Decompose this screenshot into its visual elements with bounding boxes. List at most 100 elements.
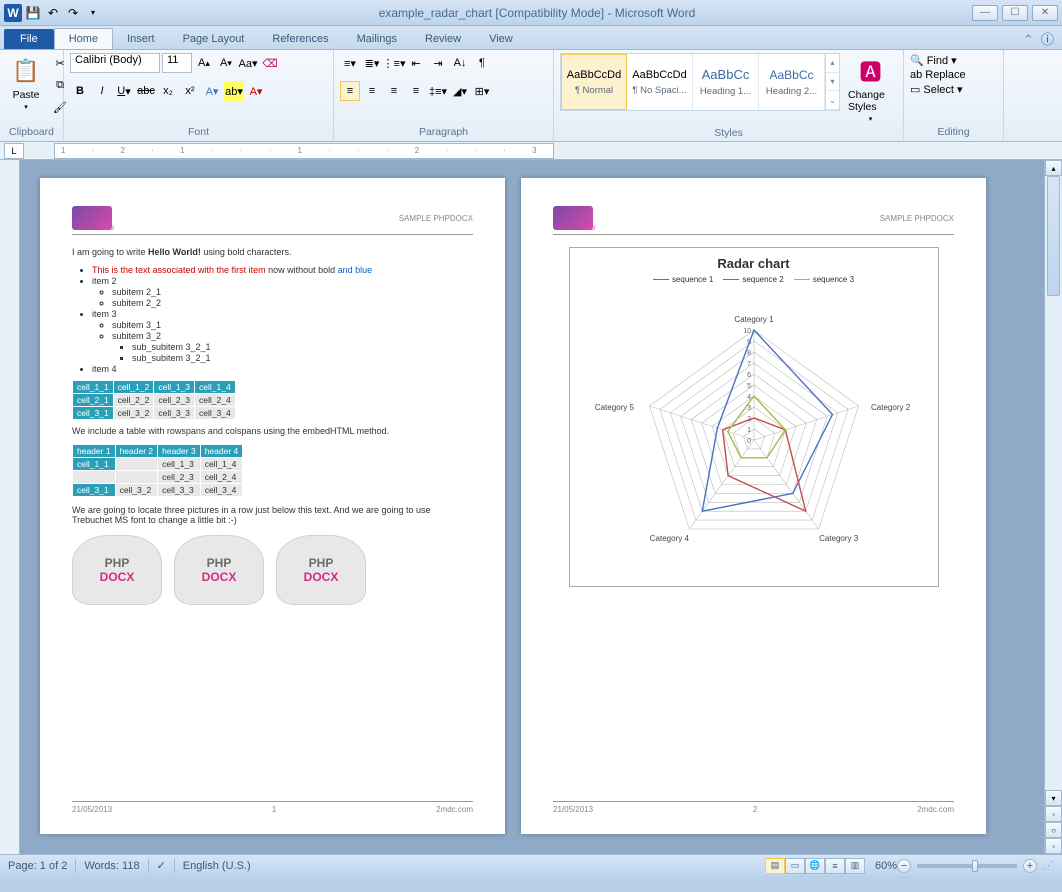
minimize-ribbon-icon[interactable]: ⌃	[1023, 32, 1034, 47]
vertical-ruler[interactable]	[0, 160, 20, 854]
multilevel-button[interactable]: ⋮≡▾	[384, 53, 404, 73]
minimize-button[interactable]: —	[972, 5, 998, 21]
superscript-button[interactable]: x²	[180, 81, 200, 101]
style-normal[interactable]: AaBbCcDd ¶ Normal	[561, 54, 627, 110]
help-icon[interactable]: ⓘ	[1041, 32, 1054, 47]
chevron-down-icon: ▾	[24, 103, 28, 111]
align-left-button[interactable]: ≡	[340, 81, 360, 101]
select-button[interactable]: ▭Select ▾	[910, 82, 963, 97]
scroll-thumb[interactable]	[1047, 176, 1060, 296]
scroll-down-button[interactable]: ▾	[1045, 790, 1062, 806]
zoom-thumb[interactable]	[972, 860, 978, 872]
print-layout-view[interactable]: ▤	[765, 858, 785, 874]
resize-grip-icon[interactable]: ⋰	[1043, 859, 1054, 872]
highlight-button[interactable]: ab▾	[224, 81, 244, 101]
status-language[interactable]: English (U.S.)	[183, 860, 251, 872]
status-words[interactable]: Words: 118	[84, 860, 139, 872]
numbering-button[interactable]: ≣▾	[362, 53, 382, 73]
align-right-button[interactable]: ≡	[384, 81, 404, 101]
qat-dropdown-icon[interactable]: ▾	[84, 4, 102, 22]
tab-file[interactable]: File	[4, 29, 54, 49]
tab-references[interactable]: References	[258, 29, 342, 49]
sort-button[interactable]: A↓	[450, 53, 470, 73]
proofing-icon[interactable]: ✓	[157, 859, 166, 872]
find-button[interactable]: 🔍Find ▾	[910, 53, 957, 68]
outline-view[interactable]: ≡	[825, 858, 845, 874]
style-heading1[interactable]: AaBbCc Heading 1...	[693, 54, 759, 110]
tab-mailings[interactable]: Mailings	[343, 29, 411, 49]
decrease-indent-button[interactable]: ⇤	[406, 53, 426, 73]
maximize-button[interactable]: ☐	[1002, 5, 1028, 21]
change-styles-button[interactable]: 🅰 Change Styles ▾	[844, 53, 897, 125]
tab-review[interactable]: Review	[411, 29, 475, 49]
close-button[interactable]: ✕	[1032, 5, 1058, 21]
zoom-slider[interactable]	[917, 864, 1017, 868]
font-color-button[interactable]: A▾	[246, 81, 266, 101]
horizontal-ruler[interactable]: 1 · 2 · 1 · · · 1 · · · 2 · · · 3 · · · …	[54, 143, 554, 159]
clear-format-button[interactable]: ⌫	[260, 53, 280, 73]
underline-button[interactable]: U▾	[114, 81, 134, 101]
font-size-select[interactable]: 11	[162, 53, 192, 73]
borders-button[interactable]: ⊞▾	[472, 81, 492, 101]
radar-chart: Radar chart sequence 1 sequence 2 sequen…	[569, 247, 939, 587]
italic-button[interactable]: I	[92, 81, 112, 101]
tab-page-layout[interactable]: Page Layout	[169, 29, 259, 49]
tab-view[interactable]: View	[475, 29, 527, 49]
ribbon-tabs: File Home Insert Page Layout References …	[0, 26, 1062, 50]
prev-page-button[interactable]: ◦	[1045, 806, 1062, 822]
bold-button[interactable]: B	[70, 81, 90, 101]
redo-icon[interactable]: ↷	[64, 4, 82, 22]
subscript-button[interactable]: x₂	[158, 81, 178, 101]
text-effects-button[interactable]: A▾	[202, 81, 222, 101]
shading-button[interactable]: ◢▾	[450, 81, 470, 101]
svg-text:3: 3	[747, 405, 751, 412]
svg-text:5: 5	[747, 383, 751, 390]
zoom-in-button[interactable]: +	[1023, 859, 1037, 873]
browse-object-button[interactable]: ○	[1045, 822, 1062, 838]
zoom-level[interactable]: 60%	[875, 860, 897, 872]
style-down-button[interactable]: ▾	[826, 73, 839, 92]
undo-icon[interactable]: ↶	[44, 4, 62, 22]
font-name-select[interactable]: Calibri (Body)	[70, 53, 160, 73]
zoom-out-button[interactable]: −	[897, 859, 911, 873]
line-spacing-button[interactable]: ‡≡▾	[428, 81, 448, 101]
style-no-spacing[interactable]: AaBbCcDd ¶ No Spaci...	[627, 54, 693, 110]
page-1[interactable]: SAMPLE PHPDOCX I am going to write Hello…	[40, 178, 505, 834]
phpdocx-image: PHPDOCX	[72, 535, 162, 605]
tab-selector[interactable]: L	[4, 143, 24, 159]
style-up-button[interactable]: ▴	[826, 54, 839, 73]
strike-button[interactable]: abc	[136, 81, 156, 101]
tab-home[interactable]: Home	[54, 28, 113, 49]
scroll-track[interactable]	[1045, 176, 1062, 790]
bullets-button[interactable]: ≡▾	[340, 53, 360, 73]
draft-view[interactable]: ▥	[845, 858, 865, 874]
ribbon: 📋 Paste ▾ ✂ ⧉ 🖌 Clipboard Calibri (Body)…	[0, 50, 1062, 142]
document-area: SAMPLE PHPDOCX I am going to write Hello…	[0, 160, 1062, 854]
list-item: This is the text associated with the fir…	[92, 265, 473, 275]
align-center-button[interactable]: ≡	[362, 81, 382, 101]
full-screen-view[interactable]: ▭	[785, 858, 805, 874]
justify-button[interactable]: ≡	[406, 81, 426, 101]
show-marks-button[interactable]: ¶	[472, 53, 492, 73]
scroll-up-button[interactable]: ▴	[1045, 160, 1062, 176]
tab-insert[interactable]: Insert	[113, 29, 169, 49]
style-heading2[interactable]: AaBbCc Heading 2...	[759, 54, 825, 110]
paste-button[interactable]: 📋 Paste ▾	[6, 53, 46, 113]
svg-text:Category 4: Category 4	[649, 534, 689, 543]
bullet-list: This is the text associated with the fir…	[72, 265, 473, 374]
list-item: item 4	[92, 364, 473, 374]
web-layout-view[interactable]: 🌐	[805, 858, 825, 874]
vertical-scrollbar[interactable]: ▴ ▾ ◦ ○ ◦	[1044, 160, 1062, 854]
replace-button[interactable]: abReplace	[910, 68, 966, 82]
style-more-button[interactable]: ⌄	[826, 91, 839, 110]
select-icon: ▭	[910, 83, 920, 96]
status-page[interactable]: Page: 1 of 2	[8, 860, 67, 872]
find-icon: 🔍	[910, 54, 924, 67]
increase-indent-button[interactable]: ⇥	[428, 53, 448, 73]
page-2[interactable]: SAMPLE PHPDOCX Radar chart sequence 1 se…	[521, 178, 986, 834]
next-page-button[interactable]: ◦	[1045, 838, 1062, 854]
grow-font-button[interactable]: A▴	[194, 53, 214, 73]
change-case-button[interactable]: Aa▾	[238, 53, 258, 73]
save-icon[interactable]: 💾	[24, 4, 42, 22]
shrink-font-button[interactable]: A▾	[216, 53, 236, 73]
